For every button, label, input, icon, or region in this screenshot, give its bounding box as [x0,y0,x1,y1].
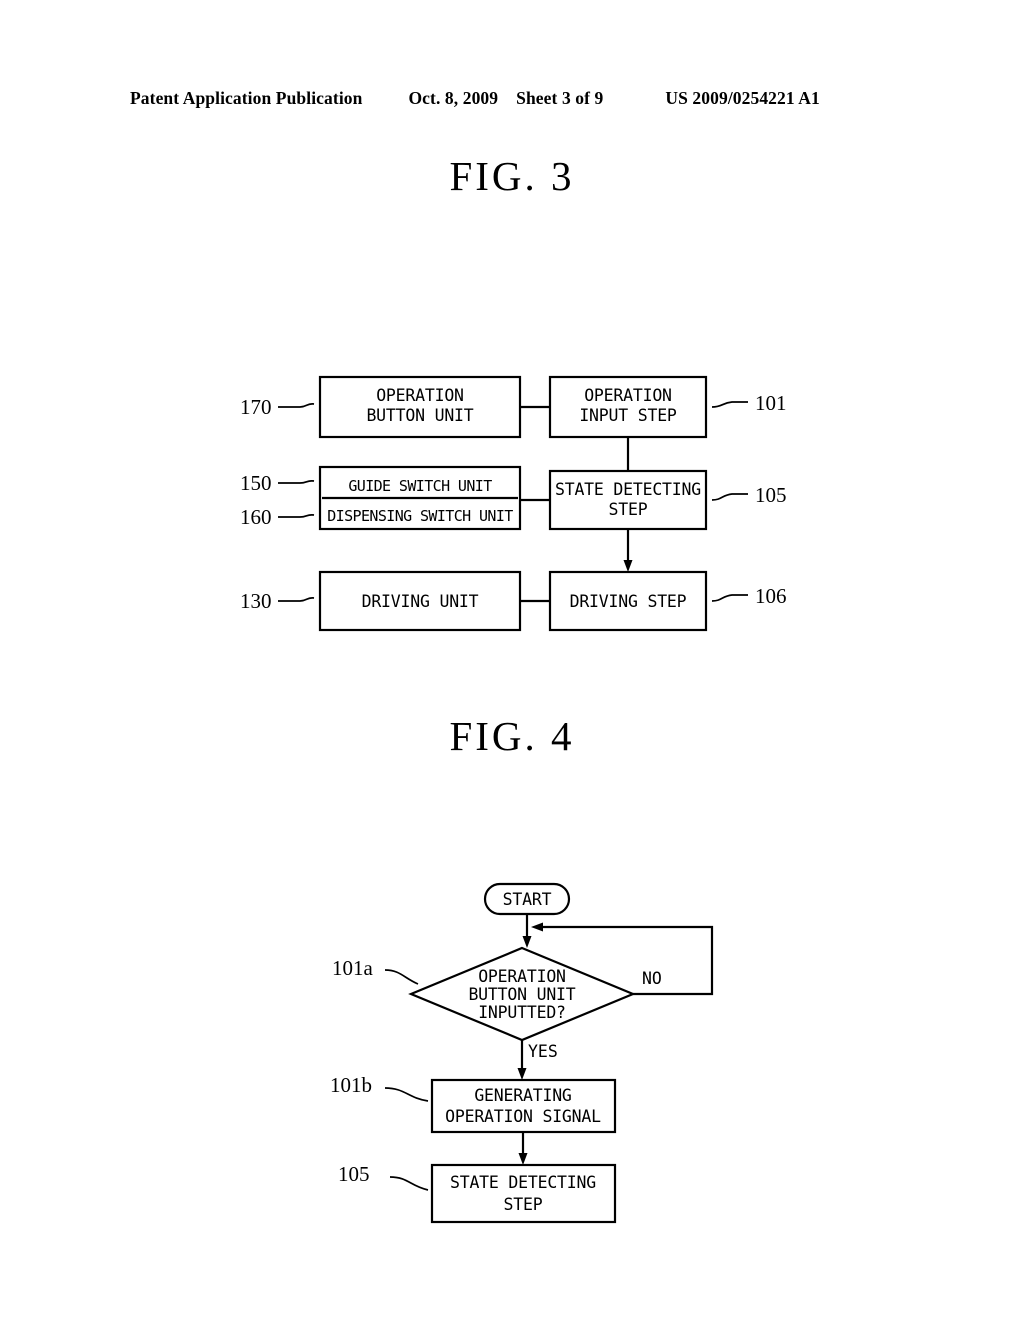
leader-line-130 [278,596,315,602]
page-header: Patent Application Publication Oct. 8, 2… [130,88,894,109]
ref-num-105-fig4: 105 [338,1162,370,1186]
leader-line-106 [711,594,748,602]
node-state-detecting-step-line-2: STEP [609,500,648,519]
node-state-detecting-step-line-1: STATE DETECTING [450,1173,596,1192]
ref-num-106: 106 [755,584,787,608]
node-decision-line-2: BUTTON UNIT [468,985,575,1004]
arrowhead-no-feedback [531,922,543,932]
node-state-detecting-step-line-1: STATE DETECTING [555,480,701,499]
leader-line-105 [711,493,748,501]
patent-page: Patent Application Publication Oct. 8, 2… [0,0,1024,1320]
node-driving-step-label: DRIVING STEP [570,592,687,611]
ref-num-130: 130 [240,589,272,613]
header-publication: Patent Application Publication [130,88,363,108]
node-state-detecting-step-line-2: STEP [504,1195,543,1214]
arrowhead-state-to-driving [623,560,633,572]
node-operation-button-unit-line-1: OPERATION [376,386,464,405]
ref-num-160: 160 [240,505,272,529]
node-operation-input-step-line-1: OPERATION [584,386,672,405]
ref-num-101a: 101a [332,956,374,980]
leader-line-105-fig4 [389,1176,429,1191]
node-dispensing-switch-unit-label: DISPENSING SWITCH UNIT [327,507,513,525]
node-decision-line-1: OPERATION [478,967,566,986]
leader-line-101a [384,969,419,985]
figure-3-title: FIG. 3 [449,153,575,199]
branch-label-no: NO [642,969,662,988]
ref-num-150: 150 [240,471,272,495]
ref-num-105: 105 [755,483,787,507]
node-operation-button-unit-line-2: BUTTON UNIT [366,406,473,425]
leader-line-101b [384,1087,429,1102]
leader-line-160 [278,513,315,518]
header-date: Oct. 8, 2009 [408,88,499,108]
node-generating-operation-signal-line-2: OPERATION SIGNAL [445,1107,601,1126]
ref-num-101: 101 [755,391,787,415]
ref-num-101b: 101b [330,1073,372,1097]
arrowhead-generating-to-state [518,1153,528,1165]
node-operation-input-step-line-2: INPUT STEP [579,406,677,425]
header-document-number: US 2009/0254221 A1 [665,88,820,108]
leader-line-170 [278,402,315,408]
arrowhead-yes-to-generating [517,1068,527,1080]
figure-3-diagram: OPERATION BUTTON UNIT OPERATION INPUT ST… [240,375,787,632]
node-decision-line-3: INPUTTED? [478,1003,566,1022]
figure-4-title: FIG. 4 [449,713,575,759]
figure-4-flowchart: START OPERATION BUTTON UNIT INPUTTED? 10… [330,882,714,1224]
arrowhead-start-to-decision [522,936,532,948]
node-start-label: START [503,890,552,909]
node-guide-switch-unit-label: GUIDE SWITCH UNIT [348,477,492,495]
leader-line-101 [711,401,748,408]
node-driving-unit-label: DRIVING UNIT [362,592,479,611]
node-generating-operation-signal-line-1: GENERATING [474,1086,571,1105]
branch-label-yes: YES [528,1042,558,1061]
leader-line-150 [278,479,315,484]
header-sheet: Sheet 3 of 9 [516,88,604,108]
ref-num-170: 170 [240,395,272,419]
